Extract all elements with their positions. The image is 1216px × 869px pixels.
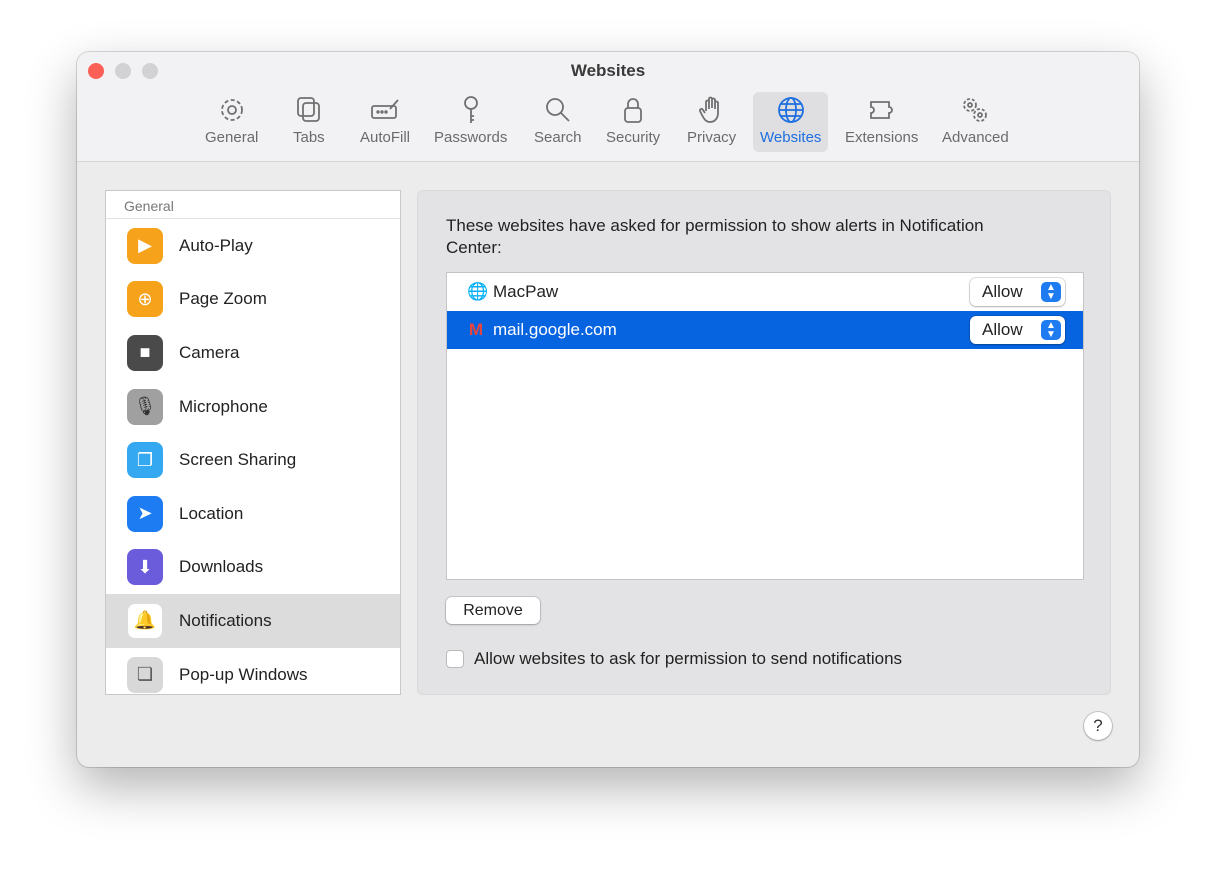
tab-websites[interactable]: Websites xyxy=(753,92,829,152)
tab-privacy[interactable]: Privacy xyxy=(680,92,743,152)
sidebar-item-screen-sharing[interactable]: ❐ Screen Sharing xyxy=(106,433,400,487)
bell-icon: 🔔 xyxy=(127,602,163,639)
tab-general[interactable]: General xyxy=(198,92,265,152)
toolbar: Websites General Tabs AutoFill Passwords… xyxy=(77,52,1139,162)
tab-label: Privacy xyxy=(687,129,737,146)
tab-label: Passwords xyxy=(434,129,508,146)
description-text: These websites have asked for permission… xyxy=(446,216,984,257)
sidebar-item-label: Screen Sharing xyxy=(179,450,297,470)
lock-icon xyxy=(624,98,642,123)
tab-autofill[interactable]: AutoFill xyxy=(353,92,417,152)
sidebar-item-auto-play[interactable]: ▶ Auto-Play xyxy=(106,219,400,273)
site-name: mail.google.com xyxy=(493,320,617,339)
gear-icon xyxy=(220,99,243,121)
allow-ask-checkbox[interactable]: Allow websites to ask for permission to … xyxy=(446,649,902,669)
sidebar-item-pop-up-windows[interactable]: ❏ Pop-up Windows xyxy=(106,648,400,702)
sidebar-item-label: Camera xyxy=(179,342,240,362)
permission-value: Allow xyxy=(982,282,1023,301)
location-arrow-icon: ➤ xyxy=(127,495,163,532)
list-item[interactable]: Mmail.google.com Allow ▲ ▼ xyxy=(447,311,1083,349)
sidebar-item-label: Auto-Play xyxy=(179,235,253,255)
tab-security[interactable]: Security xyxy=(599,92,667,152)
permission-select[interactable]: Allow ▲ ▼ xyxy=(970,316,1065,344)
puzzle-icon xyxy=(869,101,893,119)
sidebar-item-label: Pop-up Windows xyxy=(179,664,308,684)
site-name: MacPaw xyxy=(493,282,559,301)
tab-search[interactable]: Search xyxy=(527,92,589,152)
preferences-window: Websites General Tabs AutoFill Passwords… xyxy=(77,52,1139,767)
microphone-icon: 🎙 xyxy=(127,388,163,425)
gears-icon xyxy=(963,98,988,122)
sidebar-item-downloads[interactable]: ⬇ Downloads xyxy=(106,541,400,595)
help-button[interactable]: ? xyxy=(1084,712,1112,740)
key-icon xyxy=(463,96,478,123)
search-icon xyxy=(545,98,570,122)
tab-label: Tabs xyxy=(293,129,325,146)
globe-icon xyxy=(777,97,804,123)
tab-label: Extensions xyxy=(845,129,919,146)
sidebar-item-label: Page Zoom xyxy=(179,289,267,309)
remove-button[interactable]: Remove xyxy=(446,597,540,624)
tab-extensions[interactable]: Extensions xyxy=(838,92,925,152)
sidebar-item-label: Notifications xyxy=(179,610,272,630)
hand-icon xyxy=(698,96,719,123)
permissions-sidebar: General ▶ Auto-Play ⊕ Page Zoom ■ Camera 🎙 M… xyxy=(105,190,401,695)
download-icon: ⬇ xyxy=(127,549,163,586)
sidebar-item-notifications[interactable]: 🔔 Notifications xyxy=(106,594,400,648)
sidebar-section-header: General xyxy=(106,191,400,219)
tab-label: AutoFill xyxy=(360,129,411,146)
checkbox-label: Allow websites to ask for permission to … xyxy=(474,649,903,668)
zoom-icon: ⊕ xyxy=(127,281,163,318)
permission-value: Allow xyxy=(982,320,1023,339)
camera-icon: ■ xyxy=(127,334,163,371)
sidebar-item-page-zoom[interactable]: ⊕ Page Zoom xyxy=(106,273,400,327)
chevron-up-down-icon: ▲ ▼ xyxy=(1041,320,1061,340)
play-icon: ▶ xyxy=(127,227,163,264)
sidebar-item-label: Downloads xyxy=(179,557,264,577)
permission-select[interactable]: Allow ▲ ▼ xyxy=(970,278,1065,306)
websites-list[interactable]: 🌐 MacPaw Allow ▲ ▼ Mmail.google.com Allow ▲ ▼ xyxy=(446,272,1084,580)
tab-label: General xyxy=(205,129,259,146)
sidebar-item-label: Microphone xyxy=(179,396,268,416)
checkbox[interactable] xyxy=(446,650,464,668)
tab-passwords[interactable]: Passwords xyxy=(427,92,514,152)
sidebar-item-label: Location xyxy=(179,503,244,523)
globe-icon: 🌐 xyxy=(467,282,489,301)
sidebar-item-location[interactable]: ➤ Location xyxy=(106,487,400,541)
window-title: Websites xyxy=(570,61,646,80)
tab-label: Security xyxy=(606,129,661,146)
tab-label: Advanced xyxy=(942,129,1009,146)
tab-label: Websites xyxy=(760,129,822,146)
tab-advanced[interactable]: Advanced xyxy=(935,92,1016,152)
notifications-panel: These websites have asked for permission… xyxy=(417,190,1111,695)
sidebar-item-microphone[interactable]: 🎙 Microphone xyxy=(106,380,400,434)
sidebar-item-camera[interactable]: ■ Camera xyxy=(106,326,400,380)
tab-label: Search xyxy=(534,129,582,146)
tabs-icon xyxy=(296,97,320,122)
windows-icon: ❏ xyxy=(127,656,163,693)
gmail-icon: M xyxy=(468,320,484,339)
screen-sharing-icon: ❐ xyxy=(127,442,163,479)
tab-tabs[interactable]: Tabs xyxy=(286,92,332,152)
list-item[interactable]: 🌐 MacPaw Allow ▲ ▼ xyxy=(447,273,1083,311)
autofill-icon xyxy=(371,99,399,119)
chevron-up-down-icon: ▲ ▼ xyxy=(1041,282,1061,302)
